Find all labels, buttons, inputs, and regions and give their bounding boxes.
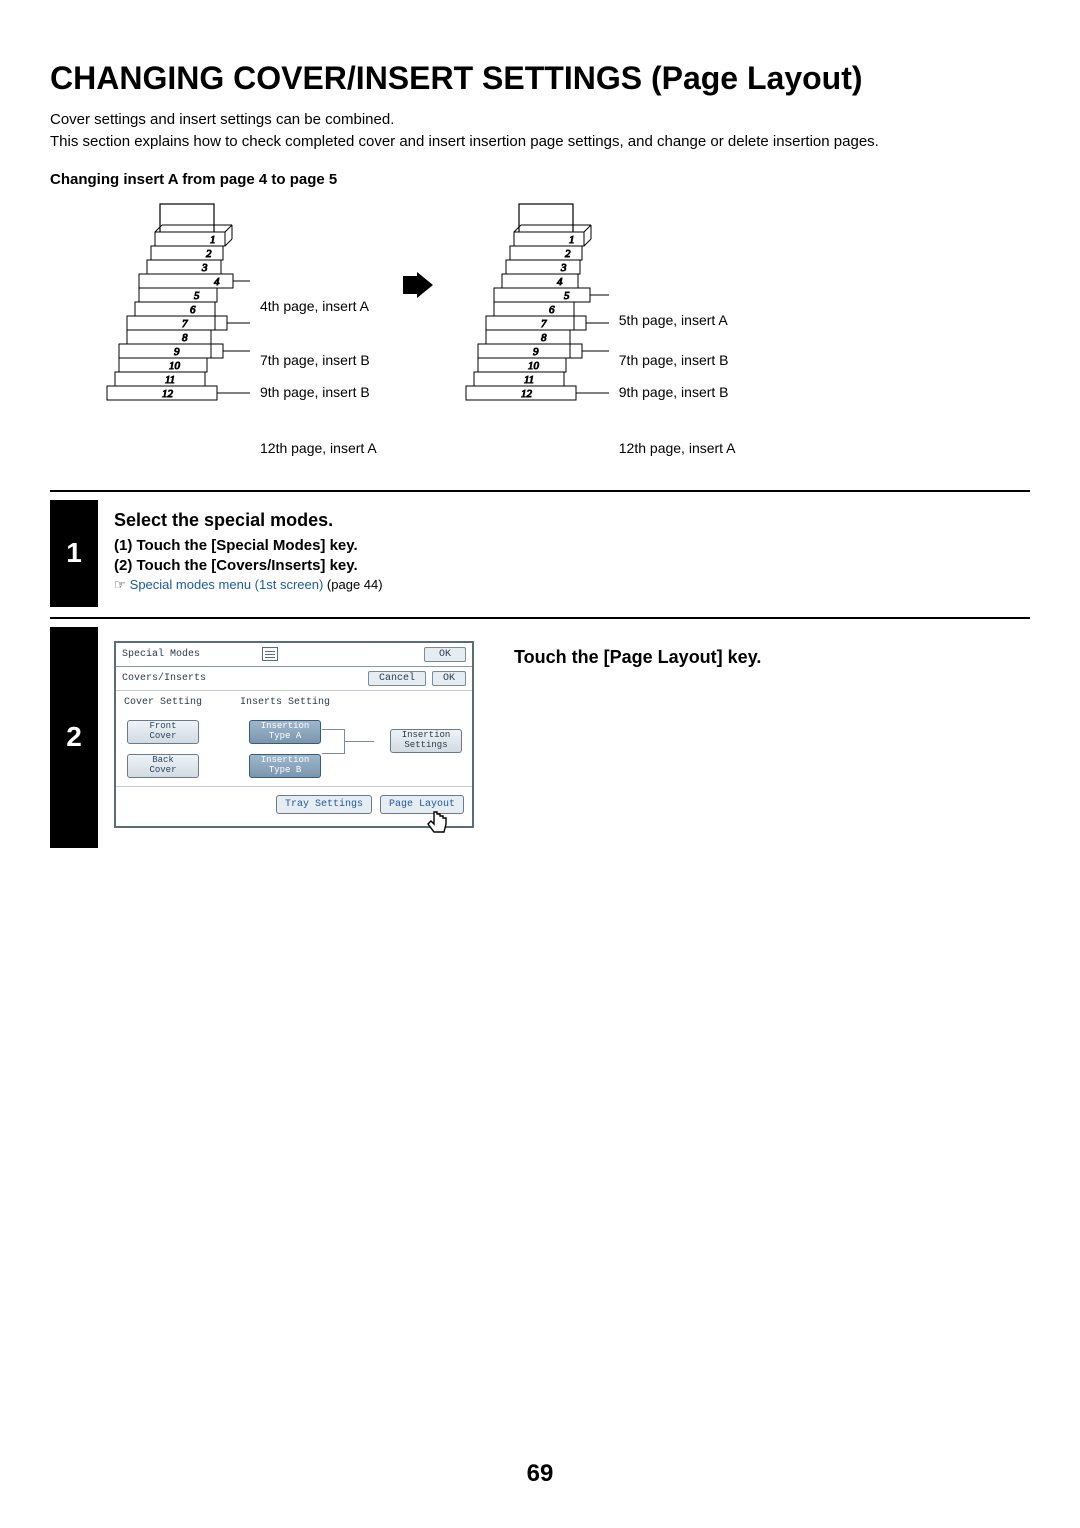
svg-text:1: 1 (569, 234, 575, 246)
ok-button[interactable]: OK (432, 671, 466, 686)
svg-text:5: 5 (564, 290, 570, 302)
page-number: 69 (0, 1460, 1080, 1488)
label: 12th page, insert A (619, 436, 736, 460)
label: 9th page, insert B (260, 380, 377, 404)
intro-text: Cover settings and insert settings can b… (50, 109, 1030, 153)
diagram-row: 1 2 3 4 5 6 7 8 9 10 11 12 4th page, ins… (50, 202, 1030, 462)
cross-ref-link[interactable]: Special modes menu (1st screen) (130, 577, 324, 592)
svg-text:3: 3 (560, 262, 567, 274)
svg-text:8: 8 (541, 332, 547, 344)
inserts-setting-col: Inserts Setting Insertion Type A Inserti… (240, 697, 330, 778)
svg-text:2: 2 (206, 248, 212, 260)
column-title: Inserts Setting (240, 697, 330, 708)
label: Type A (250, 732, 320, 742)
panel-header: Special Modes OK (116, 643, 472, 667)
svg-text:2: 2 (565, 248, 571, 260)
arrow-right-icon (403, 272, 433, 298)
svg-text:8: 8 (182, 332, 188, 344)
column-title: Cover Setting (124, 697, 202, 708)
page-stack-icon: 1 2 3 4 5 6 7 8 9 10 11 12 (100, 202, 250, 462)
panel-footer: Tray Settings Page Layout (116, 787, 472, 826)
panel-header-title: Special Modes (122, 649, 256, 660)
label: Type B (250, 766, 320, 776)
label: Settings (391, 741, 461, 751)
pointer-icon: ☞ (114, 577, 126, 592)
label: 5th page, insert A (619, 308, 736, 332)
page-stack-icon: 1 2 3 4 5 6 7 8 9 10 11 12 (459, 202, 609, 462)
diagram-left: 1 2 3 4 5 6 7 8 9 10 11 12 4th page, ins… (100, 202, 377, 462)
svg-text:6: 6 (190, 304, 196, 316)
svg-text:9: 9 (174, 346, 180, 358)
svg-text:4: 4 (214, 276, 220, 288)
insertion-type-a-button[interactable]: Insertion Type A (249, 720, 321, 744)
divider (50, 490, 1030, 492)
svg-text:9: 9 (533, 346, 539, 358)
step-number: 2 (50, 627, 98, 848)
svg-text:3: 3 (201, 262, 208, 274)
label: 12th page, insert A (260, 436, 377, 460)
svg-text:4: 4 (557, 276, 563, 288)
step-1: 1 Select the special modes. (1) Touch th… (50, 500, 1030, 607)
label: Cover (128, 732, 198, 742)
step-sub-1: (1) Touch the [Special Modes] key. (114, 537, 1030, 554)
svg-text:10: 10 (169, 360, 181, 372)
label: 7th page, insert B (260, 348, 377, 372)
svg-text:10: 10 (528, 360, 540, 372)
cross-ref: ☞ Special modes menu (1st screen) (page 4… (114, 577, 1030, 593)
touch-panel: Special Modes OK Covers/Inserts Cancel O… (114, 641, 474, 828)
front-cover-button[interactable]: Front Cover (127, 720, 199, 744)
hand-cursor-icon (424, 810, 452, 840)
step-sub-2: (2) Touch the [Covers/Inserts] key. (114, 557, 1030, 574)
diagram-right: 1 2 3 4 5 6 7 8 9 10 11 12 5th page, ins… (459, 202, 736, 462)
right-labels: 5th page, insert A 7th page, insert B 9t… (619, 202, 736, 460)
step-title: Touch the [Page Layout] key. (514, 641, 761, 668)
left-labels: 4th page, insert A 7th page, insert B 9t… (260, 202, 377, 460)
page-title: CHANGING COVER/INSERT SETTINGS (Page Lay… (50, 60, 1030, 97)
back-cover-button[interactable]: Back Cover (127, 754, 199, 778)
ok-button[interactable]: OK (424, 647, 466, 662)
document-icon (262, 647, 278, 661)
example-heading: Changing insert A from page 4 to page 5 (50, 171, 1030, 188)
svg-text:12: 12 (162, 388, 174, 400)
insertion-type-b-button[interactable]: Insertion Type B (249, 754, 321, 778)
label: 4th page, insert A (260, 294, 377, 318)
step-number: 1 (50, 500, 98, 607)
cancel-button[interactable]: Cancel (368, 671, 426, 686)
svg-text:1: 1 (210, 234, 216, 246)
svg-text:7: 7 (182, 318, 188, 330)
panel-subheader: Covers/Inserts Cancel OK (116, 667, 472, 690)
tray-settings-button[interactable]: Tray Settings (276, 795, 372, 814)
svg-text:11: 11 (524, 374, 534, 386)
svg-text:12: 12 (521, 388, 533, 400)
insertion-settings-button[interactable]: Insertion Settings (390, 729, 462, 753)
label: Cover (128, 766, 198, 776)
svg-text:7: 7 (541, 318, 547, 330)
cross-ref-suffix: (page 44) (323, 577, 382, 592)
svg-text:6: 6 (549, 304, 555, 316)
step-2: 2 Special Modes OK Covers/Inserts Cancel… (50, 627, 1030, 848)
svg-text:11: 11 (165, 374, 175, 386)
cover-setting-col: Cover Setting Front Cover Back Cover (124, 697, 202, 778)
step-title: Select the special modes. (114, 510, 1030, 531)
label: 9th page, insert B (619, 380, 736, 404)
svg-text:5: 5 (194, 290, 200, 302)
divider (50, 617, 1030, 619)
label: 7th page, insert B (619, 348, 736, 372)
panel-subheader-title: Covers/Inserts (122, 673, 362, 684)
panel-body: Cover Setting Front Cover Back Cover Ins… (116, 690, 472, 787)
